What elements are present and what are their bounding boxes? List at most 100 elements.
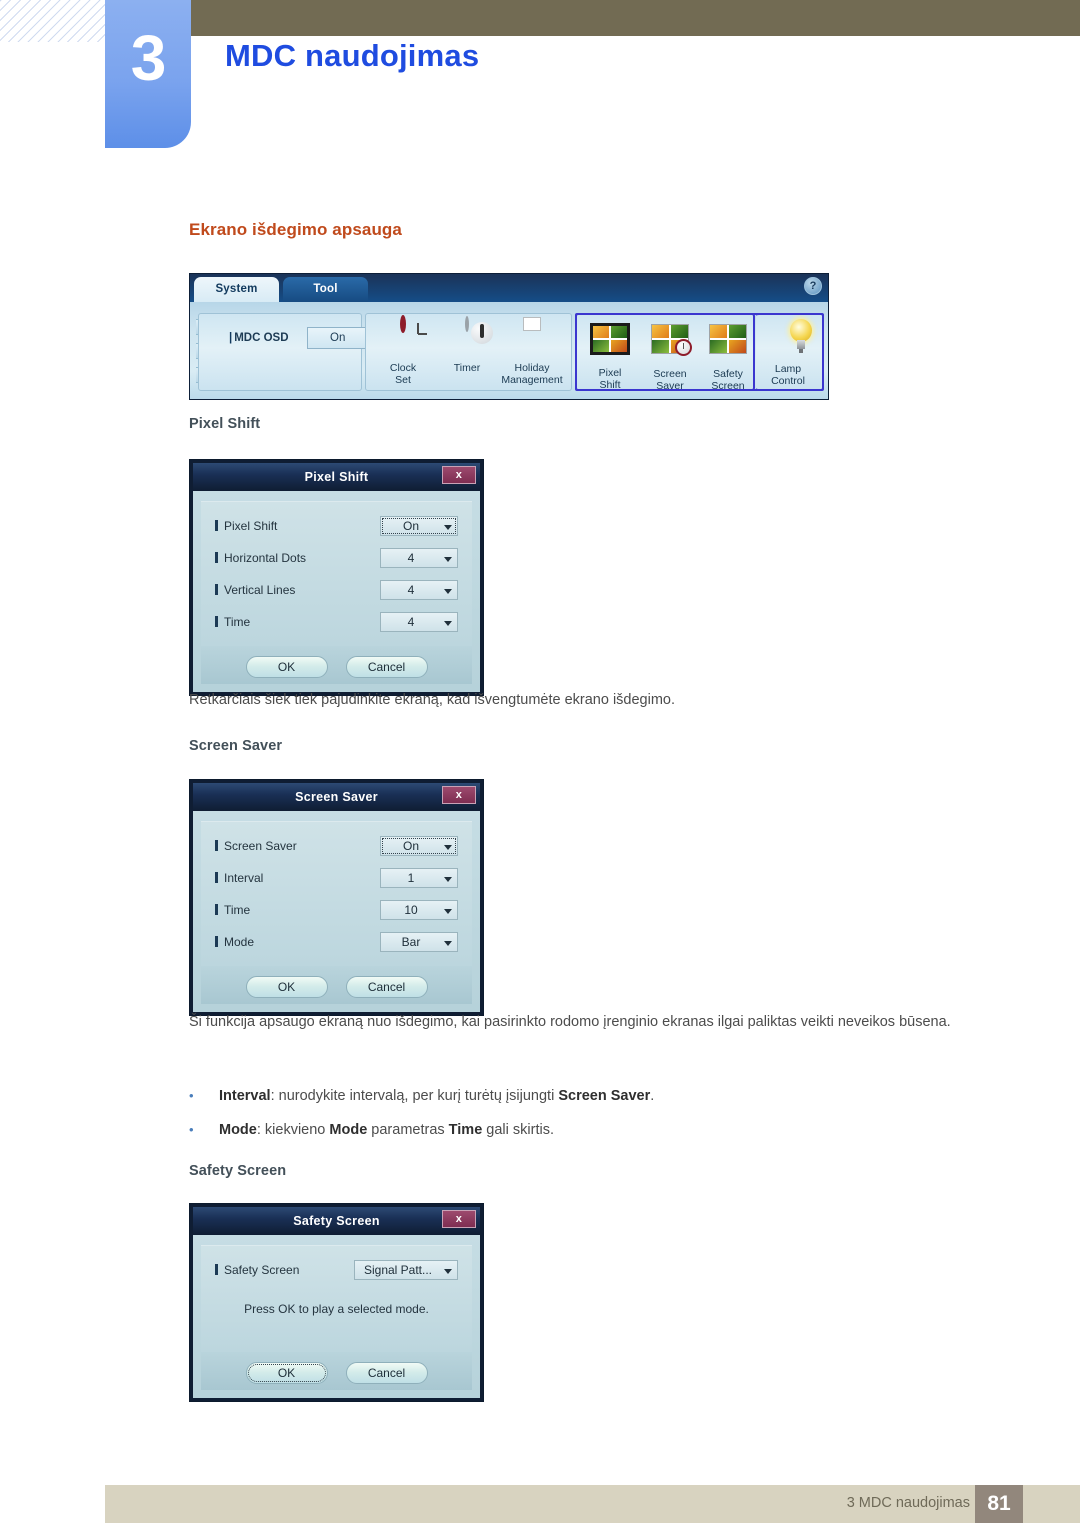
label-tick: | — [229, 332, 233, 344]
row-label: Horizontal Dots — [215, 551, 306, 565]
mdc-toolbar-screenshot: System Tool ? | MDC OSD On Clock Set Tim… — [189, 273, 829, 400]
chapter-number: 3 — [130, 22, 167, 94]
dialog-titlebar: Safety Screen x — [193, 1207, 480, 1235]
chevron-down-icon — [444, 1269, 452, 1274]
dialog-panel: Pixel Shift On Horizontal Dots 4 Vertica… — [201, 501, 472, 646]
toolbar-group-osd: | MDC OSD On — [198, 313, 383, 391]
toolbar-item-timer[interactable]: Timer — [436, 316, 498, 374]
row-label: Vertical Lines — [215, 583, 295, 597]
dialog-title-text: Safety Screen — [293, 1214, 380, 1228]
row-label: Time — [215, 903, 250, 917]
subheading-safety-screen: Safety Screen — [189, 1163, 287, 1179]
row-select[interactable]: 1 — [380, 868, 458, 888]
row-select[interactable]: On — [380, 836, 458, 856]
page-title: MDC naudojimas — [225, 38, 480, 73]
row-select[interactable]: On — [380, 516, 458, 536]
dialog-row: Vertical Lines 4 — [215, 580, 458, 600]
chevron-down-icon — [444, 525, 452, 530]
close-icon[interactable]: x — [442, 466, 476, 484]
chevron-down-icon — [444, 621, 452, 626]
dialog-row: Time 10 — [215, 900, 458, 920]
toolbar-item-clock-set[interactable]: Clock Set — [372, 315, 434, 386]
row-label: Screen Saver — [215, 839, 297, 853]
pixel-shift-dialog: Pixel Shift x Pixel Shift On Horizontal … — [189, 459, 484, 696]
toolbar-item-label2: Management — [501, 374, 563, 386]
toolbar-item-label2: Set — [395, 374, 411, 386]
ok-button[interactable]: OK — [245, 1362, 328, 1384]
toolbar-item-lamp-control[interactable]: Lamp Control — [757, 319, 819, 387]
chevron-down-icon — [444, 845, 452, 850]
tab-tool[interactable]: Tool — [283, 277, 368, 302]
chevron-down-icon — [444, 557, 452, 562]
toolbar-tabstrip: System Tool ? — [190, 274, 828, 302]
toolbar-item-screen-saver[interactable]: Screen Saver — [639, 319, 701, 392]
toolbar-body: | MDC OSD On Clock Set Timer Holiday Man… — [190, 302, 828, 399]
dialog-row: Mode Bar — [215, 932, 458, 952]
row-select[interactable]: Signal Patt... — [354, 1260, 458, 1280]
chevron-down-icon — [444, 909, 452, 914]
cancel-button[interactable]: Cancel — [345, 656, 428, 678]
footer-text: 3 MDC naudojimas — [846, 1495, 970, 1511]
dialog-title-text: Screen Saver — [295, 790, 378, 804]
dialog-row: Horizontal Dots 4 — [215, 548, 458, 568]
row-label: Pixel Shift — [215, 519, 277, 533]
page-number: 81 — [975, 1485, 1023, 1523]
ok-button[interactable]: OK — [245, 656, 328, 678]
screen-saver-icon — [649, 324, 692, 366]
calendar-icon — [494, 317, 570, 360]
paragraph-screen-saver: Ši funkcija apsaugo ekraną nuo išdegimo,… — [189, 1014, 951, 1030]
toolbar-item-label2: Control — [771, 375, 805, 387]
tab-system[interactable]: System — [194, 277, 279, 302]
chevron-down-icon — [444, 941, 452, 946]
row-label: Safety Screen — [215, 1263, 299, 1277]
toolbar-item-label: Pixel — [598, 367, 622, 379]
safety-screen-dialog: Safety Screen x Safety Screen Signal Pat… — [189, 1203, 484, 1402]
dialog-row: Time 4 — [215, 612, 458, 632]
bullet-item-mode: • Mode: kiekvieno Mode parametras Time ga… — [189, 1117, 554, 1143]
toolbar-item-label: Safety — [713, 368, 743, 380]
dialog-row: Pixel Shift On — [215, 516, 458, 536]
header-olive-bar — [190, 0, 1080, 36]
dialog-titlebar: Screen Saver x — [193, 783, 480, 811]
timer-icon — [446, 316, 493, 360]
dialog-footer: OK Cancel — [201, 1352, 472, 1390]
dialog-title-text: Pixel Shift — [304, 470, 369, 484]
dialog-body: Safety Screen Signal Patt... Press OK to… — [193, 1235, 480, 1398]
row-select[interactable]: Bar — [380, 932, 458, 952]
row-label: Mode — [215, 935, 254, 949]
bullet-item-interval: • Interval: nurodykite intervalą, per kur… — [189, 1083, 654, 1109]
cancel-button[interactable]: Cancel — [345, 976, 428, 998]
cancel-button[interactable]: Cancel — [345, 1362, 428, 1384]
toolbar-item-label2: Screen — [711, 380, 745, 392]
bullet-text: Mode: kiekvieno Mode parametras Time gal… — [219, 1122, 554, 1138]
dialog-panel: Screen Saver On Interval 1 Time 10 Mode … — [201, 821, 472, 966]
bullet-text: Interval: nurodykite intervalą, per kurį… — [219, 1088, 655, 1104]
toolbar-item-safety-screen[interactable]: Safety Screen — [697, 319, 759, 392]
clock-icon — [382, 315, 424, 360]
ok-button[interactable]: OK — [245, 976, 328, 998]
toolbar-item-pixel-shift[interactable]: Pixel Shift — [579, 319, 641, 391]
row-label: Interval — [215, 871, 263, 885]
safety-screen-icon — [707, 324, 749, 366]
row-select[interactable]: 4 — [380, 580, 458, 600]
help-icon[interactable]: ? — [804, 277, 822, 295]
bullet-icon: • — [189, 1088, 194, 1104]
dialog-row: Screen Saver On — [215, 836, 458, 856]
dialog-titlebar: Pixel Shift x — [193, 463, 480, 491]
dialog-footer: OK Cancel — [201, 646, 472, 684]
toolbar-item-label: Timer — [453, 362, 481, 374]
close-icon[interactable]: x — [442, 786, 476, 804]
toolbar-group-lamp: Lamp Control — [756, 313, 824, 391]
close-icon[interactable]: x — [442, 1210, 476, 1228]
lamp-icon — [767, 319, 812, 361]
screen-saver-dialog: Screen Saver x Screen Saver On Interval … — [189, 779, 484, 1016]
toolbar-item-label2: Saver — [656, 380, 684, 392]
row-label: Time — [215, 615, 250, 629]
dialog-row: Interval 1 — [215, 868, 458, 888]
bullet-icon: • — [189, 1122, 194, 1138]
section-heading: Ekrano išdegimo apsauga — [189, 220, 402, 239]
row-select[interactable]: 10 — [380, 900, 458, 920]
row-select[interactable]: 4 — [380, 548, 458, 568]
row-select[interactable]: 4 — [380, 612, 458, 632]
toolbar-item-holiday-management[interactable]: Holiday Management — [494, 317, 570, 386]
